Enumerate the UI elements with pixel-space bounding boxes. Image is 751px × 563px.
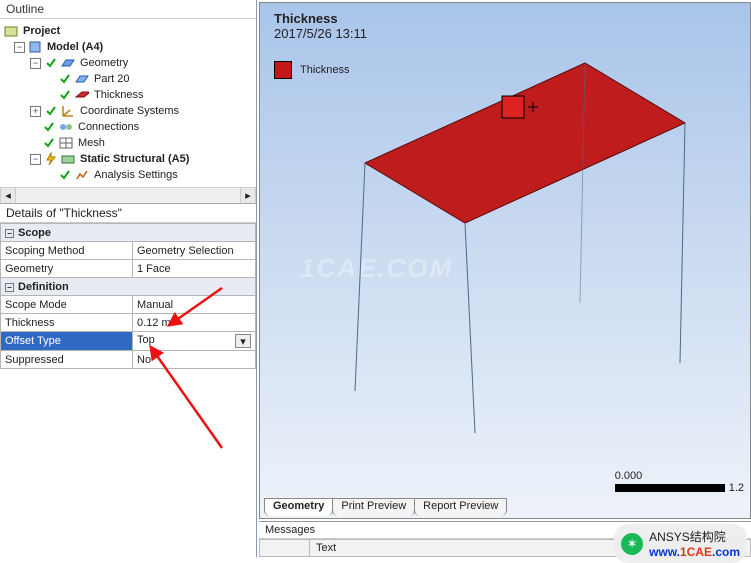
viewport-tabs: Geometry Print Preview Report Preview: [264, 498, 506, 516]
expand-icon[interactable]: −: [14, 42, 25, 53]
tab-geometry[interactable]: Geometry: [264, 498, 333, 516]
dropdown-icon[interactable]: ▾: [235, 334, 251, 348]
check-icon: [44, 104, 58, 118]
scroll-right-icon[interactable]: ▸: [240, 188, 256, 203]
check-icon: [42, 120, 56, 134]
scale-bar: 0.000 1.2: [615, 470, 744, 494]
mesh-icon: [59, 136, 73, 150]
wechat-icon: ✶: [621, 533, 643, 555]
expand-icon[interactable]: −: [30, 58, 41, 69]
scroll-left-icon[interactable]: ◂: [0, 188, 16, 203]
row-scoping-method[interactable]: Scoping MethodGeometry Selection: [1, 242, 256, 260]
tree-coord[interactable]: + Coordinate Systems: [4, 103, 254, 119]
expand-icon[interactable]: −: [30, 154, 41, 165]
row-suppressed[interactable]: SuppressedNo: [1, 351, 256, 369]
row-scope-mode[interactable]: Scope ModeManual: [1, 296, 256, 314]
check-icon: [58, 168, 72, 182]
thickness-icon: [75, 88, 89, 102]
tree-project[interactable]: Project: [4, 23, 254, 39]
check-icon: [42, 136, 56, 150]
outline-tree[interactable]: Project − Model (A4) − Geometry: [0, 19, 256, 204]
check-icon: [44, 56, 58, 70]
outline-title: Outline: [0, 0, 256, 19]
part-icon: [75, 72, 89, 86]
row-geometry[interactable]: Geometry1 Face: [1, 260, 256, 278]
tree-model[interactable]: − Model (A4): [4, 39, 254, 55]
tab-print-preview[interactable]: Print Preview: [332, 498, 415, 516]
details-pane: −Scope Scoping MethodGeometry Selection …: [0, 223, 256, 557]
tree-connections[interactable]: Connections: [4, 119, 254, 135]
section-definition[interactable]: −Definition: [1, 278, 256, 296]
check-icon: [58, 72, 72, 86]
outline-hscroll[interactable]: ◂ ▸: [0, 187, 256, 203]
tree-geometry[interactable]: − Geometry: [4, 55, 254, 71]
tab-report-preview[interactable]: Report Preview: [414, 498, 507, 516]
wechat-badge: ✶ ANSYS结构院 www.1CAE.com: [614, 524, 747, 563]
tree-part20[interactable]: Part 20: [4, 71, 254, 87]
tree-mesh[interactable]: Mesh: [4, 135, 254, 151]
row-offset-type[interactable]: Offset Type Top▾: [1, 332, 256, 351]
expand-icon[interactable]: +: [30, 106, 41, 117]
geometry-icon: [61, 56, 75, 70]
row-thickness[interactable]: Thickness0.12 m: [1, 314, 256, 332]
static-icon: [61, 152, 75, 166]
settings-icon: [75, 168, 89, 182]
bolt-icon: [44, 152, 58, 166]
connections-icon: [59, 120, 73, 134]
tree-thickness[interactable]: Thickness: [4, 87, 254, 103]
tree-analysis[interactable]: Analysis Settings: [4, 167, 254, 183]
axis-icon: [61, 104, 75, 118]
graphics-viewport[interactable]: Thickness 2017/5/26 13:11 Thickness 1CAE…: [259, 2, 751, 519]
model-icon: [28, 40, 42, 54]
check-icon: [58, 88, 72, 102]
details-title: Details of "Thickness": [0, 204, 256, 223]
geometry-render: [260, 3, 750, 473]
tree-static[interactable]: − Static Structural (A5): [4, 151, 254, 167]
project-icon: [4, 24, 18, 38]
section-scope[interactable]: −Scope: [1, 224, 256, 242]
